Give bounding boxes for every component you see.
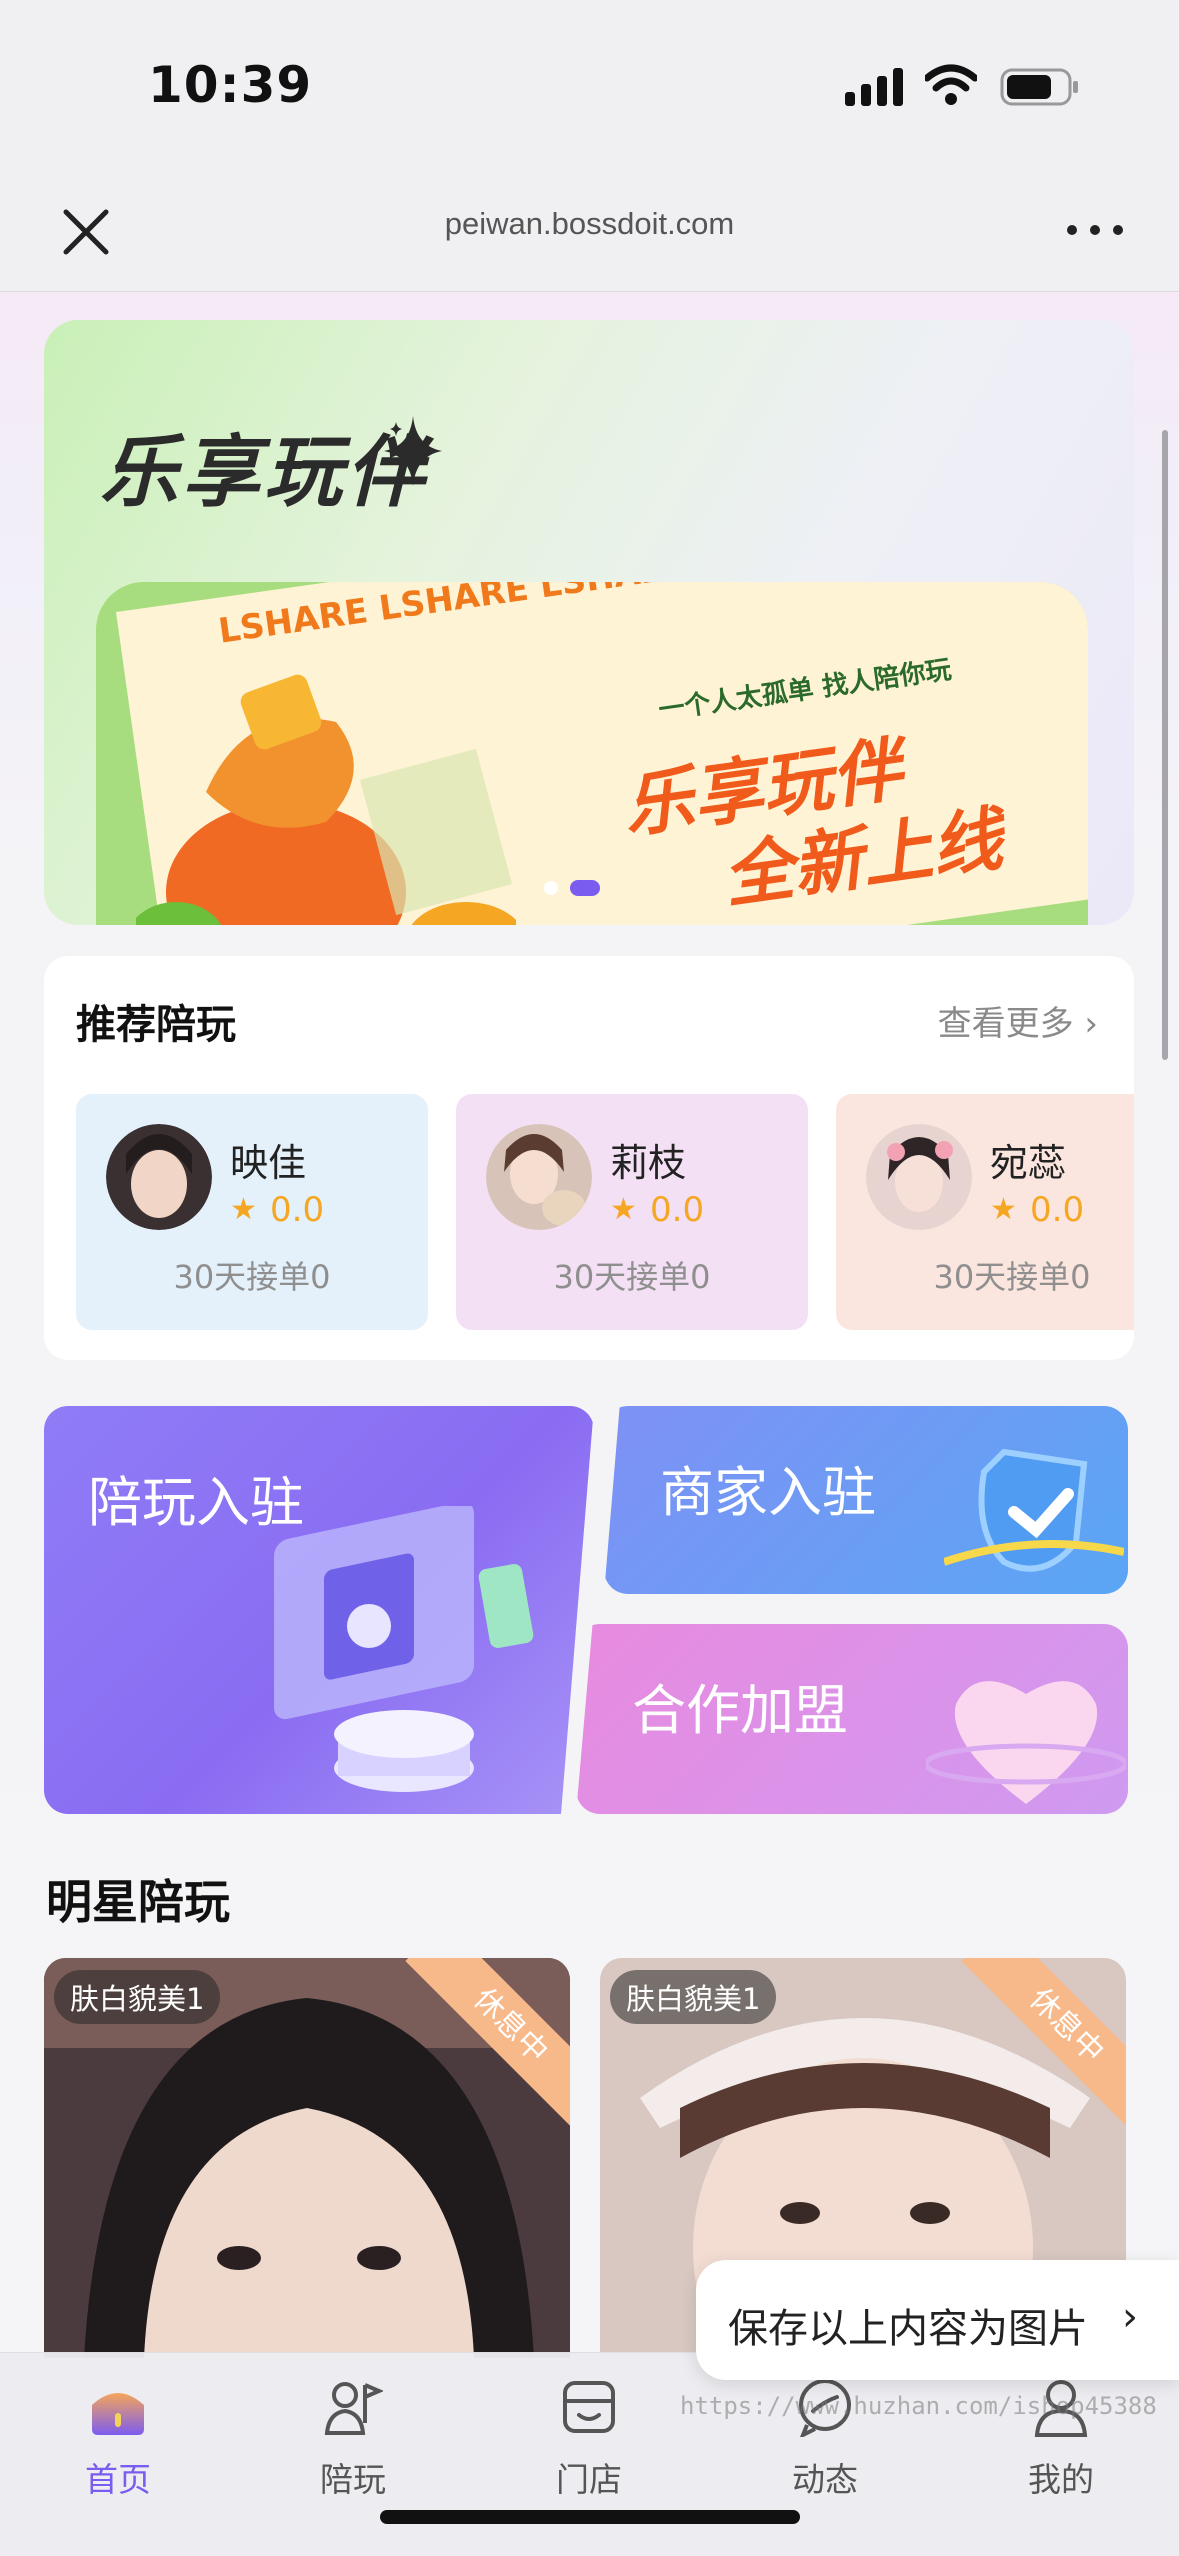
chevron-right-icon: › [1122, 2294, 1138, 2340]
store-icon [563, 2381, 615, 2433]
tab-store[interactable]: 门店 [519, 2377, 659, 2507]
companion-join-tile[interactable]: 陪玩入驻 [44, 1406, 594, 1814]
avatar [866, 1124, 972, 1230]
monitor-illustration-icon [274, 1506, 534, 1792]
star-companion-card[interactable]: 肤白貌美1 休息中 [44, 1958, 570, 2358]
save-as-image-label: 保存以上内容为图片 [728, 2306, 1088, 2352]
hero-banner[interactable]: 乐享玩伴 LSHARE LSHARE LSHARE LSHARE 一个人太孤单 … [44, 320, 1134, 925]
companion-orders: 30天接单0 [553, 1258, 711, 1296]
tab-home-label: 首页 [85, 2460, 151, 2499]
star-icon: ★ [230, 1192, 257, 1227]
chevron-right-icon: › [1084, 1004, 1098, 1044]
tab-store-label: 门店 [556, 2460, 622, 2499]
shield-check-icon [944, 1448, 1124, 1572]
hero-poster: LSHARE LSHARE LSHARE LSHARE 一个人太孤单 找人陪你玩… [96, 582, 1088, 925]
companion-name: 映佳 [230, 1141, 307, 1185]
scrollbar[interactable] [1162, 430, 1168, 1060]
carousel-dot[interactable] [544, 881, 558, 895]
wifi-icon [925, 64, 977, 105]
carousel-dot-active[interactable] [570, 880, 600, 896]
tab-profile-label: 我的 [1028, 2460, 1094, 2499]
bottom-tab-bar: 首页 陪玩 门店 动态 我的 [0, 2352, 1179, 2556]
cellular-signal-icon [845, 68, 903, 106]
merchant-join-label: 商家入驻 [660, 1461, 876, 1524]
companion-orders: 30天接单0 [173, 1258, 331, 1296]
tab-feed-label: 动态 [792, 2460, 858, 2499]
recommended-section: 推荐陪玩 查看更多 › 映佳 ★ 0.0 30天接单0 莉枝 ★ 0.0 30天… [44, 956, 1134, 1360]
companion-name: 莉枝 [610, 1141, 687, 1185]
carousel-dots[interactable] [544, 880, 600, 896]
companion-card[interactable]: 映佳 ★ 0.0 30天接单0 [76, 1094, 428, 1330]
url-label: peiwan.bossdoit.com [444, 206, 735, 241]
status-time: 10:39 [148, 56, 313, 114]
tab-companion-label: 陪玩 [320, 2460, 386, 2499]
person-flag-icon [324, 2382, 383, 2435]
photo-tag: 肤白貌美1 [610, 1970, 777, 2024]
hero-title: 乐享玩伴 [100, 428, 429, 518]
companion-card[interactable]: 莉枝 ★ 0.0 30天接单0 [456, 1094, 808, 1330]
tab-home[interactable]: 首页 [48, 2377, 188, 2507]
companion-card[interactable]: 宛蕊 ★ 0.0 30天接单0 [836, 1094, 1134, 1330]
gift-illustration-icon [136, 674, 516, 925]
companion-score: 0.0 [650, 1190, 705, 1230]
save-as-image-button[interactable]: 保存以上内容为图片 › [696, 2260, 1179, 2380]
franchise-tile[interactable]: 合作加盟 [576, 1624, 1128, 1814]
companion-orders: 30天接单0 [933, 1258, 1091, 1296]
avatar [106, 1124, 212, 1230]
status-bar: 10:39 [0, 0, 1179, 170]
recommended-title: 推荐陪玩 [76, 1002, 236, 1048]
browser-nav-bar: peiwan.bossdoit.com [0, 170, 1179, 292]
merchant-join-tile[interactable]: 商家入驻 [604, 1406, 1128, 1594]
battery-icon [1000, 68, 1078, 106]
avatar [486, 1124, 592, 1230]
tab-companion[interactable]: 陪玩 [283, 2377, 423, 2507]
photo-tag: 肤白貌美1 [54, 1970, 221, 2024]
view-more-link[interactable]: 查看更多 › [938, 996, 1098, 1045]
companion-score: 0.0 [270, 1190, 325, 1230]
franchise-label: 合作加盟 [632, 1679, 848, 1742]
view-more-label: 查看更多 [937, 1004, 1074, 1044]
companion-score: 0.0 [1030, 1190, 1085, 1230]
watermark: https://www.huzhan.com/ishop45388 [680, 2392, 1157, 2420]
companion-name: 宛蕊 [990, 1141, 1067, 1185]
star-icon: ★ [990, 1192, 1017, 1227]
star-icon: ★ [610, 1192, 637, 1227]
heart-icon [926, 1681, 1126, 1804]
home-icon [92, 2393, 144, 2435]
more-options-icon[interactable] [1060, 210, 1130, 250]
star-section-title: 明星陪玩 [46, 1875, 230, 1929]
home-indicator[interactable] [380, 2510, 800, 2524]
sparkle-icon [384, 416, 442, 486]
